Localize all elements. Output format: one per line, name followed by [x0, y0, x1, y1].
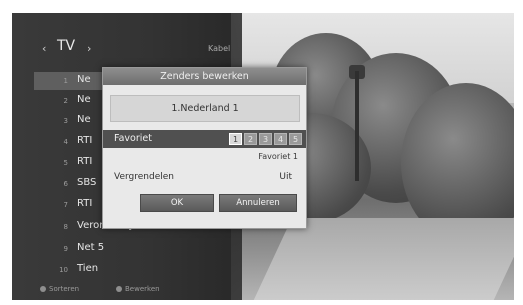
channel-name: Ne: [77, 114, 91, 125]
channel-number: 8: [63, 223, 68, 231]
channel-number: 4: [63, 138, 68, 146]
channel-number: 1: [63, 77, 68, 85]
channel-number: 3: [63, 117, 68, 125]
list-title: TV: [57, 38, 76, 54]
lamp-post-pole: [355, 71, 359, 181]
nav-left-icon[interactable]: ‹: [42, 42, 46, 55]
sort-hint-label: Sorteren: [49, 285, 80, 293]
tv-frame: ‹ TV › Kabel 1 Ne 2 Ne 3 Ne 4 RTI 5 RTI …: [12, 13, 514, 300]
color-key-icon: [40, 286, 46, 292]
channel-number: 7: [63, 201, 68, 209]
channel-number: 2: [63, 97, 68, 105]
channel-row[interactable]: 9 Net 5: [34, 240, 232, 258]
channel-name: Ne: [77, 94, 91, 105]
favorite-row[interactable]: Favoriet 1 2 3 4 5: [103, 130, 306, 148]
favorite-box-3[interactable]: 3: [259, 133, 272, 145]
channel-name: Ne: [77, 74, 91, 85]
sort-hint[interactable]: Sorteren: [40, 285, 79, 293]
favorite-label: Favoriet: [114, 133, 152, 144]
favorite-box-2[interactable]: 2: [244, 133, 257, 145]
nav-right-icon[interactable]: ›: [87, 42, 91, 55]
channel-number: 9: [63, 245, 68, 253]
channel-number: 5: [63, 159, 68, 167]
channel-name: Tien: [77, 263, 99, 274]
lock-value[interactable]: Uit: [279, 172, 292, 182]
dialog-title: Zenders bewerken: [103, 68, 306, 85]
favorite-box-1[interactable]: 1: [229, 133, 242, 145]
channel-name: SBS: [77, 177, 97, 188]
favorite-box-4[interactable]: 4: [274, 133, 287, 145]
edit-hint-label: Bewerken: [125, 285, 160, 293]
screen: ‹ TV › Kabel 1 Ne 2 Ne 3 Ne 4 RTI 5 RTI …: [0, 0, 523, 305]
ok-button[interactable]: OK: [140, 194, 214, 212]
channel-name: Net 5: [77, 242, 105, 253]
channel-number: 6: [63, 180, 68, 188]
channel-name: RTI: [77, 156, 93, 167]
color-key-icon: [116, 286, 122, 292]
cancel-button[interactable]: Annuleren: [219, 194, 297, 212]
source-label: Kabel: [208, 44, 231, 53]
channel-number: 10: [59, 266, 68, 274]
channel-name: RTI: [77, 135, 93, 146]
favorite-value: Favoriet 1: [258, 152, 298, 161]
channel-name-field[interactable]: 1.Nederland 1: [110, 95, 300, 122]
edit-hint[interactable]: Bewerken: [116, 285, 160, 293]
channel-name: RTI: [77, 198, 93, 209]
video-path: [250, 218, 514, 300]
edit-channels-dialog: Zenders bewerken 1.Nederland 1 Favoriet …: [102, 67, 307, 229]
channel-row[interactable]: 10 Tien: [34, 261, 232, 279]
lock-label[interactable]: Vergrendelen: [114, 172, 174, 182]
favorite-box-5[interactable]: 5: [289, 133, 302, 145]
